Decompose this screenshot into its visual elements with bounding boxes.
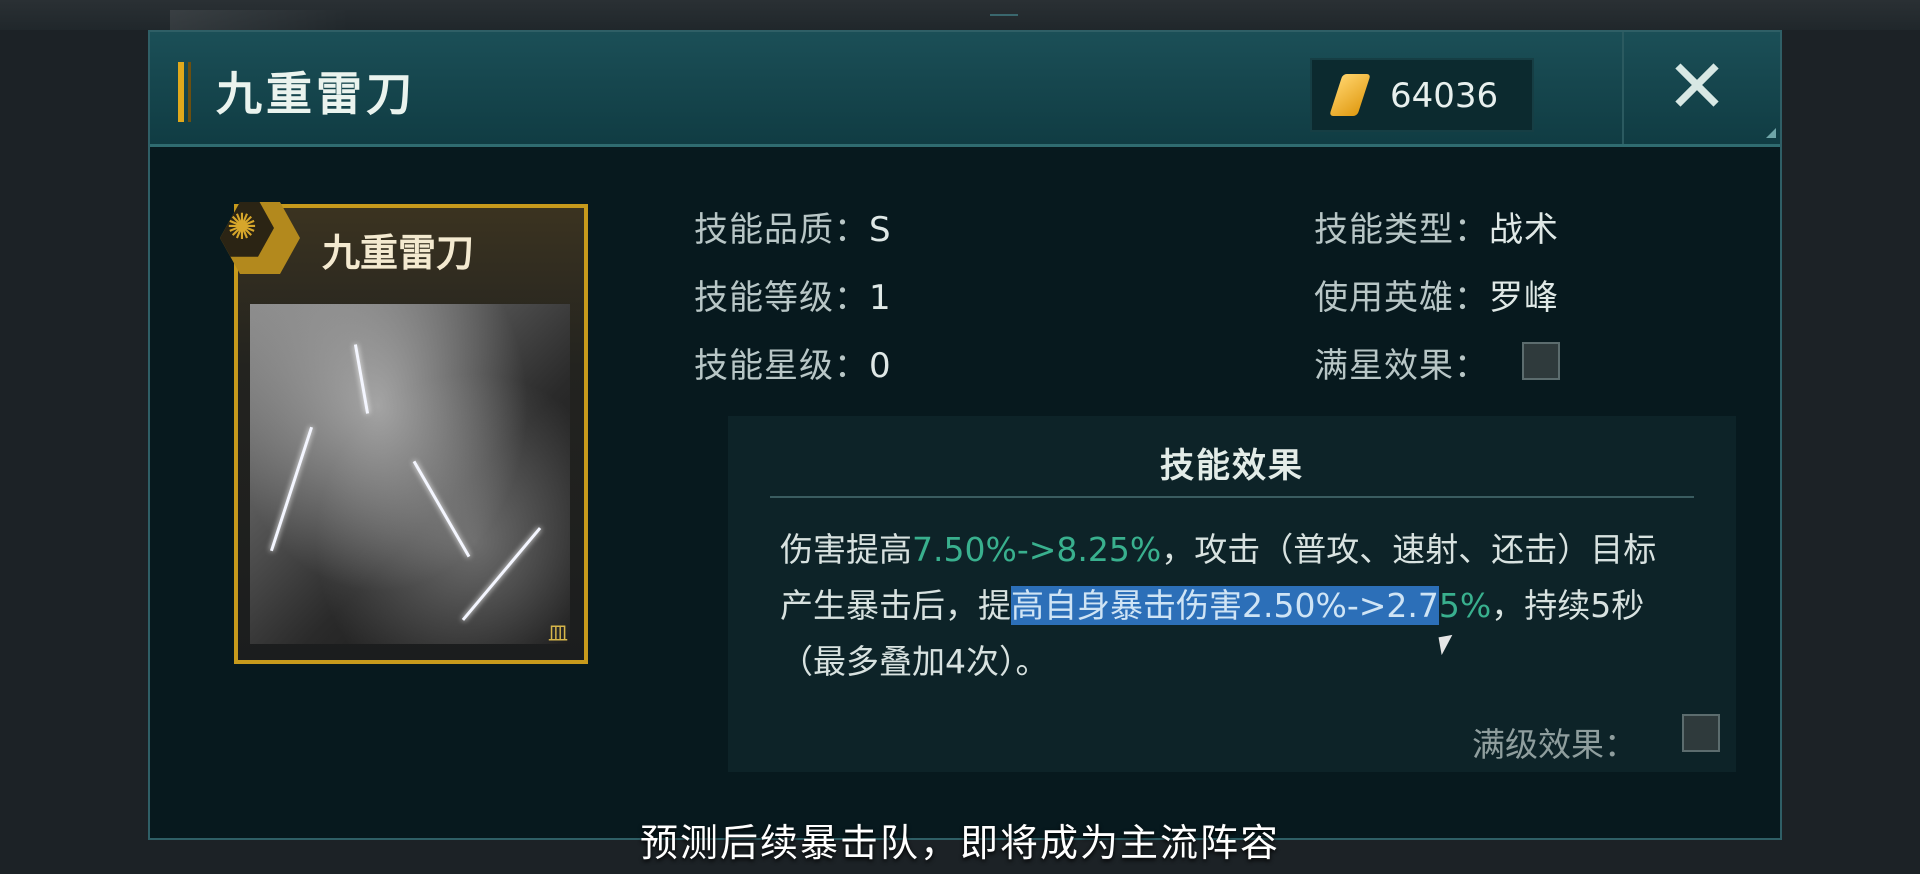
- mouse-cursor-icon: [1438, 634, 1456, 656]
- attr-quality: 技能品质：S: [694, 202, 892, 251]
- attr-type-label: 技能类型：: [1314, 210, 1489, 250]
- effect-text-selected: 高自身暴击伤害: [1011, 586, 1242, 625]
- skill-detail-panel: 九重雷刀 64036 ✕ ✺ 九重雷刀 皿 技能品质：S 技能等级：1 技能星级…: [148, 30, 1782, 840]
- card-name: 九重雷刀: [322, 230, 475, 275]
- effect-title: 技能效果: [1160, 446, 1304, 486]
- effect-divider: [770, 496, 1694, 498]
- lotus-hex-icon: ✺: [220, 202, 274, 257]
- attr-star-label: 技能星级：: [694, 346, 869, 386]
- effect-value-2-rest: 5%: [1438, 586, 1492, 625]
- currency-display[interactable]: 64036: [1310, 58, 1534, 132]
- video-subtitle: 预测后续暴击队，即将成为主流阵容: [639, 821, 1280, 865]
- title-accent-bar-2: [188, 62, 191, 122]
- currency-amount: 64036: [1390, 76, 1499, 116]
- effect-value-2-selected: 2.50%->2.7: [1242, 586, 1439, 625]
- full-level-label: 满级效果：: [1472, 725, 1637, 764]
- panel-header: 九重雷刀 64036 ✕: [150, 32, 1780, 147]
- effect-text-1: 伤害提高: [780, 530, 912, 569]
- attr-full-star: 满星效果：: [1314, 338, 1489, 387]
- effect-description: 伤害提高7.50%->8.25%，攻击（普攻、速射、还击）目标产生暴击后，提高自…: [780, 522, 1680, 690]
- attr-type-value: 战术: [1489, 210, 1559, 250]
- effect-value-1: 7.50%->8.25%: [912, 530, 1162, 569]
- lightning-bolt: [461, 527, 542, 621]
- title-accent-bar: [178, 62, 184, 122]
- attr-hero: 使用英雄：罗峰: [1314, 270, 1559, 319]
- skill-card: ✺ 九重雷刀 皿: [220, 202, 588, 664]
- attr-hero-label: 使用英雄：: [1314, 278, 1489, 318]
- panel-title: 九重雷刀: [216, 67, 416, 121]
- skill-effect-box: 技能效果 伤害提高7.50%->8.25%，攻击（普攻、速射、还击）目标产生暴击…: [728, 416, 1736, 772]
- skill-card-art: [250, 304, 570, 644]
- attr-hero-value: 罗峰: [1489, 278, 1559, 318]
- attr-quality-label: 技能品质：: [694, 210, 869, 250]
- lightning-bolt: [412, 460, 471, 558]
- card-emblem: ✺: [220, 202, 300, 274]
- close-icon: ✕: [1666, 44, 1729, 130]
- full-level-checkbox[interactable]: [1682, 714, 1720, 752]
- attr-quality-value: S: [869, 210, 892, 250]
- attr-full-star-label: 满星效果：: [1314, 346, 1489, 386]
- close-button[interactable]: ✕: [1622, 32, 1782, 144]
- corner-decoration: [1766, 128, 1776, 138]
- full-star-checkbox[interactable]: [1522, 342, 1560, 380]
- attr-type: 技能类型：战术: [1314, 202, 1559, 251]
- attr-star-value: 0: [869, 346, 892, 386]
- lightning-bolt: [269, 426, 314, 552]
- attr-star: 技能星级：0: [694, 338, 892, 387]
- attr-level-label: 技能等级：: [694, 278, 869, 318]
- background-ghost-text: [170, 10, 350, 30]
- gold-crystal-icon: [1329, 74, 1371, 116]
- attr-level-value: 1: [869, 278, 892, 318]
- lightning-bolt: [353, 344, 370, 414]
- card-footer-mark: 皿: [548, 621, 568, 645]
- attr-level: 技能等级：1: [694, 270, 892, 319]
